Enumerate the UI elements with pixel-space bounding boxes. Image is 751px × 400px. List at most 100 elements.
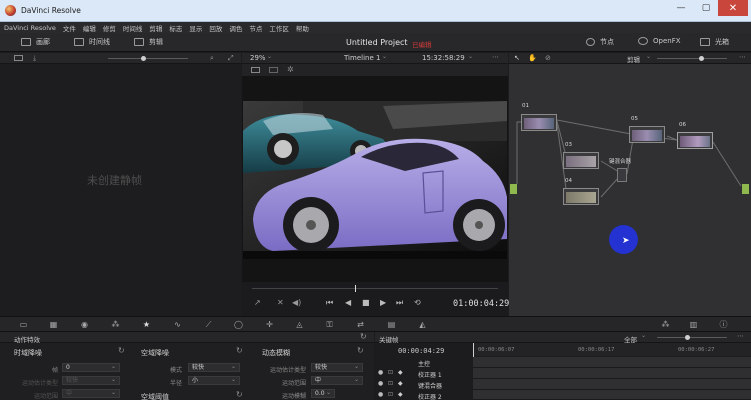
timecode-chevron-icon[interactable]: ⌄	[468, 53, 473, 60]
timeline-toggle[interactable]: 时间线	[74, 37, 110, 47]
lightbox-toggle[interactable]: 光箱	[700, 37, 729, 47]
audio-icon[interactable]: ◀)	[292, 298, 301, 307]
color-wheels-icon[interactable]: ◉	[79, 320, 90, 329]
gallery-view-icon[interactable]	[14, 55, 23, 61]
keyframes-options-icon[interactable]: ⋯	[737, 332, 744, 340]
fx-panel-reset-icon[interactable]: ↻	[360, 332, 367, 341]
tnr-motion-est-select[interactable]: 较快	[62, 376, 120, 385]
mb-motion-range-select[interactable]: 中	[311, 376, 363, 385]
output-node[interactable]	[742, 184, 749, 194]
kf-row-master[interactable]: 主控	[375, 357, 473, 368]
window-icon[interactable]: ◯	[233, 320, 244, 329]
zoom-chevron-icon[interactable]: ⌄	[267, 53, 272, 60]
keyframe-diamond-icon[interactable]: ◆	[398, 369, 403, 376]
node-options-icon[interactable]: ⋯	[739, 53, 746, 61]
node-03[interactable]	[563, 152, 599, 169]
motion-blur-reset-icon[interactable]: ↻	[357, 346, 364, 355]
stop-icon[interactable]: ■	[362, 298, 370, 307]
select-tool-icon[interactable]: ↖	[514, 54, 520, 62]
zoom-select[interactable]: 29%	[250, 54, 266, 62]
split-screen-icon[interactable]	[269, 67, 278, 73]
blur-icon[interactable]: ◬	[294, 320, 305, 329]
input-source-node[interactable]	[510, 184, 517, 194]
qualifier-icon[interactable]: ⟋	[203, 320, 214, 329]
panel-info-icon[interactable]: ⓘ	[718, 320, 729, 329]
menu-mark[interactable]: 标志	[169, 23, 182, 33]
menu-edit[interactable]: 编辑	[83, 23, 96, 33]
menu-trim[interactable]: 修剪	[103, 23, 116, 33]
sizing-icon[interactable]: ⇄	[355, 320, 366, 329]
snr-radius-select[interactable]: 小	[188, 376, 240, 385]
keyframe-diamond-icon[interactable]: ◆	[398, 380, 403, 387]
kf-track-master[interactable]	[473, 357, 751, 368]
camera-raw-icon[interactable]: ▭	[18, 320, 29, 329]
mb-motion-est-select[interactable]: 较快	[311, 363, 363, 372]
kf-track-corrector-2[interactable]	[473, 390, 751, 400]
gallery-import-icon[interactable]: ⤓	[33, 54, 36, 63]
3d-icon[interactable]: ▤	[386, 320, 397, 329]
menu-nodes[interactable]: 节点	[249, 23, 262, 33]
keyframe-diamond-icon[interactable]: ◆	[398, 391, 403, 398]
kf-row-corrector-2[interactable]: ● ⊡ ◆ 校正器 2	[375, 390, 473, 400]
viewer-options-icon[interactable]: ⋯	[492, 53, 499, 61]
bypass-icon[interactable]: ✕	[277, 298, 284, 307]
lock-icon[interactable]: ⊡	[388, 380, 393, 387]
menu-workspace[interactable]: 工作区	[269, 23, 289, 33]
keyframes-zoom-track[interactable]	[657, 337, 727, 338]
gallery-zoom-knob[interactable]	[141, 56, 146, 61]
go-end-icon[interactable]: ⏭	[396, 298, 403, 308]
highlight-icon[interactable]: ✲	[287, 65, 294, 74]
menu-color[interactable]: 调色	[229, 23, 242, 33]
color-match-icon[interactable]: ▦	[48, 320, 59, 329]
keyframes-zoom-knob[interactable]	[685, 335, 690, 340]
scopes-icon[interactable]: ▥	[688, 320, 699, 329]
loop-icon[interactable]: ⟲	[414, 298, 421, 307]
expand-icon[interactable]: ⤢	[228, 54, 234, 63]
node-06[interactable]	[677, 132, 713, 149]
expand-icon[interactable]: ●	[378, 369, 383, 376]
filter-chevron-icon[interactable]: ⌄	[641, 332, 646, 339]
info-icon[interactable]: ◭	[417, 320, 428, 329]
go-start-icon[interactable]: ⏮	[326, 298, 333, 308]
mb-blur-value[interactable]: 0.0	[311, 389, 335, 398]
keyframes-panel-icon[interactable]: ⁂	[660, 320, 671, 329]
node-01[interactable]	[521, 114, 557, 131]
search-icon[interactable]: ⌕	[210, 54, 214, 63]
menu-help[interactable]: 帮助	[296, 23, 309, 33]
timeline-name[interactable]: Timeline 1	[344, 54, 380, 62]
node-zoom-track[interactable]	[657, 58, 727, 59]
node-graph[interactable]: 01 03 04 05 06 键混合器	[509, 64, 751, 316]
node-zoom-knob[interactable]	[699, 56, 704, 61]
openfx-toggle[interactable]: OpenFX	[638, 37, 681, 45]
maximize-button[interactable]: ▢	[693, 0, 719, 16]
minimize-button[interactable]: —	[668, 0, 694, 16]
snr-mode-select[interactable]: 较快	[188, 363, 240, 372]
menu-playback[interactable]: 回放	[209, 23, 222, 33]
playhead[interactable]	[355, 285, 356, 292]
menu-davinci[interactable]: DaVinci Resolve	[4, 24, 56, 32]
lock-icon[interactable]: ⊡	[388, 391, 393, 398]
play-reverse-icon[interactable]: ◀	[345, 298, 351, 307]
node-05[interactable]	[629, 126, 665, 143]
tracker-icon[interactable]: ✛	[264, 320, 275, 329]
scrub-track[interactable]	[252, 288, 498, 289]
node-mode-chevron-icon[interactable]: ⌄	[646, 53, 651, 60]
clips-toggle[interactable]: 剪辑	[134, 37, 163, 47]
kf-track-corrector-1[interactable]	[473, 368, 751, 379]
rgb-mixer-icon[interactable]: ⁂	[110, 320, 121, 329]
spatial-nr-reset-icon[interactable]: ↻	[236, 346, 243, 355]
play-icon[interactable]: ▶	[380, 298, 386, 307]
menu-file[interactable]: 文件	[63, 23, 76, 33]
key-mixer-node[interactable]	[617, 168, 627, 182]
temporal-nr-reset-icon[interactable]: ↻	[118, 346, 125, 355]
node-04[interactable]	[563, 188, 599, 205]
viewer-mode-icon[interactable]	[251, 67, 260, 73]
menu-timeline[interactable]: 时间线	[123, 23, 143, 33]
kf-row-key-mixer[interactable]: ● ⊡ ◆ 键混合器	[375, 379, 473, 390]
lock-icon[interactable]: ⊡	[388, 369, 393, 376]
hand-tool-icon[interactable]: ✋	[528, 54, 537, 62]
node-mode-select[interactable]: 剪辑	[627, 54, 640, 64]
close-button[interactable]: ✕	[718, 0, 748, 16]
gallery-zoom-track[interactable]	[108, 58, 188, 59]
gallery-toggle[interactable]: 画廊	[21, 37, 50, 47]
